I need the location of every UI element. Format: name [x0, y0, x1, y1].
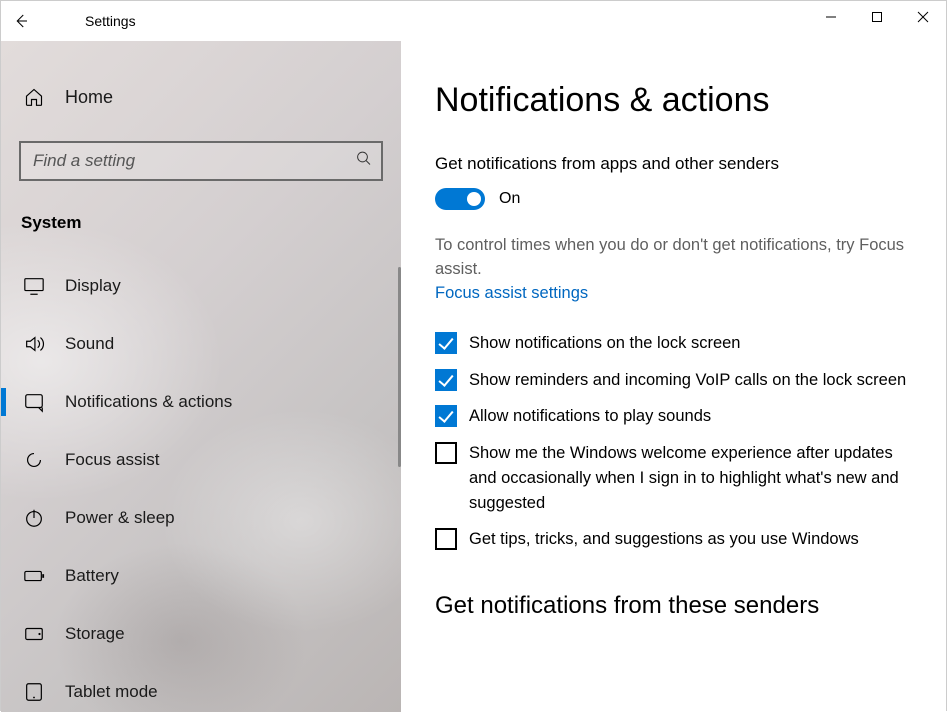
maximize-button[interactable]: [854, 1, 900, 33]
minimize-button[interactable]: [808, 1, 854, 33]
checkbox-row-tips: Get tips, tricks, and suggestions as you…: [435, 527, 918, 552]
sidebar-item-label: Tablet mode: [65, 682, 158, 702]
checkbox-row-welcome: Show me the Windows welcome experience a…: [435, 441, 918, 515]
arrow-left-icon: [12, 12, 30, 30]
sidebar-item-tablet[interactable]: Tablet mode: [1, 663, 401, 712]
checkbox-label: Show reminders and incoming VoIP calls o…: [469, 368, 906, 393]
focus-assist-desc: To control times when you do or don't ge…: [435, 234, 918, 282]
sound-icon: [23, 333, 45, 355]
checkbox-sounds[interactable]: [435, 405, 457, 427]
sidebar-item-label: Display: [65, 276, 121, 296]
checkbox-lockscreen[interactable]: [435, 332, 457, 354]
checkbox-row-sounds: Allow notifications to play sounds: [435, 404, 918, 429]
notifications-toggle[interactable]: [435, 188, 485, 210]
checkbox-label: Show notifications on the lock screen: [469, 331, 741, 356]
maximize-icon: [871, 11, 883, 23]
checkbox-label: Allow notifications to play sounds: [469, 404, 711, 429]
toggle-label: Get notifications from apps and other se…: [435, 154, 918, 174]
sidebar-item-label: Notifications & actions: [65, 392, 232, 412]
checkbox-row-reminders: Show reminders and incoming VoIP calls o…: [435, 368, 918, 393]
sidebar-item-label: Battery: [65, 566, 119, 586]
focus-assist-link[interactable]: Focus assist settings: [435, 284, 588, 303]
back-button[interactable]: [1, 1, 41, 41]
titlebar: Settings: [1, 1, 946, 41]
notifications-icon: [23, 391, 45, 413]
power-icon: [23, 507, 45, 529]
focus-assist-icon: [23, 449, 45, 471]
sidebar-item-power[interactable]: Power & sleep: [1, 489, 401, 547]
display-icon: [23, 275, 45, 297]
sidebar-item-storage[interactable]: Storage: [1, 605, 401, 663]
checkbox-welcome[interactable]: [435, 442, 457, 464]
home-label: Home: [65, 87, 113, 108]
minimize-icon: [825, 11, 837, 23]
search-wrap: [19, 141, 383, 181]
home-icon: [23, 86, 45, 108]
sidebar-item-focus-assist[interactable]: Focus assist: [1, 431, 401, 489]
home-nav[interactable]: Home: [1, 71, 401, 123]
sidebar: Home System Display Sound Notifications …: [1, 41, 401, 712]
close-button[interactable]: [900, 1, 946, 33]
toggle-row: On: [435, 188, 918, 210]
page-title: Notifications & actions: [435, 81, 918, 120]
nav-list: Display Sound Notifications & actions Fo…: [1, 257, 401, 712]
checkbox-label: Get tips, tricks, and suggestions as you…: [469, 527, 859, 552]
sidebar-item-label: Focus assist: [65, 450, 159, 470]
sidebar-item-sound[interactable]: Sound: [1, 315, 401, 373]
battery-icon: [23, 565, 45, 587]
tablet-icon: [23, 681, 45, 703]
checkbox-row-lockscreen: Show notifications on the lock screen: [435, 331, 918, 356]
sidebar-item-battery[interactable]: Battery: [1, 547, 401, 605]
sidebar-item-label: Sound: [65, 334, 114, 354]
section-header: System: [1, 201, 401, 257]
close-icon: [917, 11, 929, 23]
checkbox-tips[interactable]: [435, 528, 457, 550]
window-title: Settings: [85, 13, 136, 29]
sidebar-item-label: Storage: [65, 624, 125, 644]
senders-section-title: Get notifications from these senders: [435, 592, 918, 620]
checkbox-reminders[interactable]: [435, 369, 457, 391]
sidebar-item-notifications[interactable]: Notifications & actions: [1, 373, 401, 431]
content-area: Notifications & actions Get notification…: [401, 41, 946, 712]
checkbox-label: Show me the Windows welcome experience a…: [469, 441, 918, 515]
search-input[interactable]: [19, 141, 383, 181]
window-controls: [808, 1, 946, 33]
sidebar-item-display[interactable]: Display: [1, 257, 401, 315]
storage-icon: [23, 623, 45, 645]
toggle-state: On: [499, 190, 520, 208]
search-icon: [355, 150, 373, 173]
sidebar-item-label: Power & sleep: [65, 508, 175, 528]
